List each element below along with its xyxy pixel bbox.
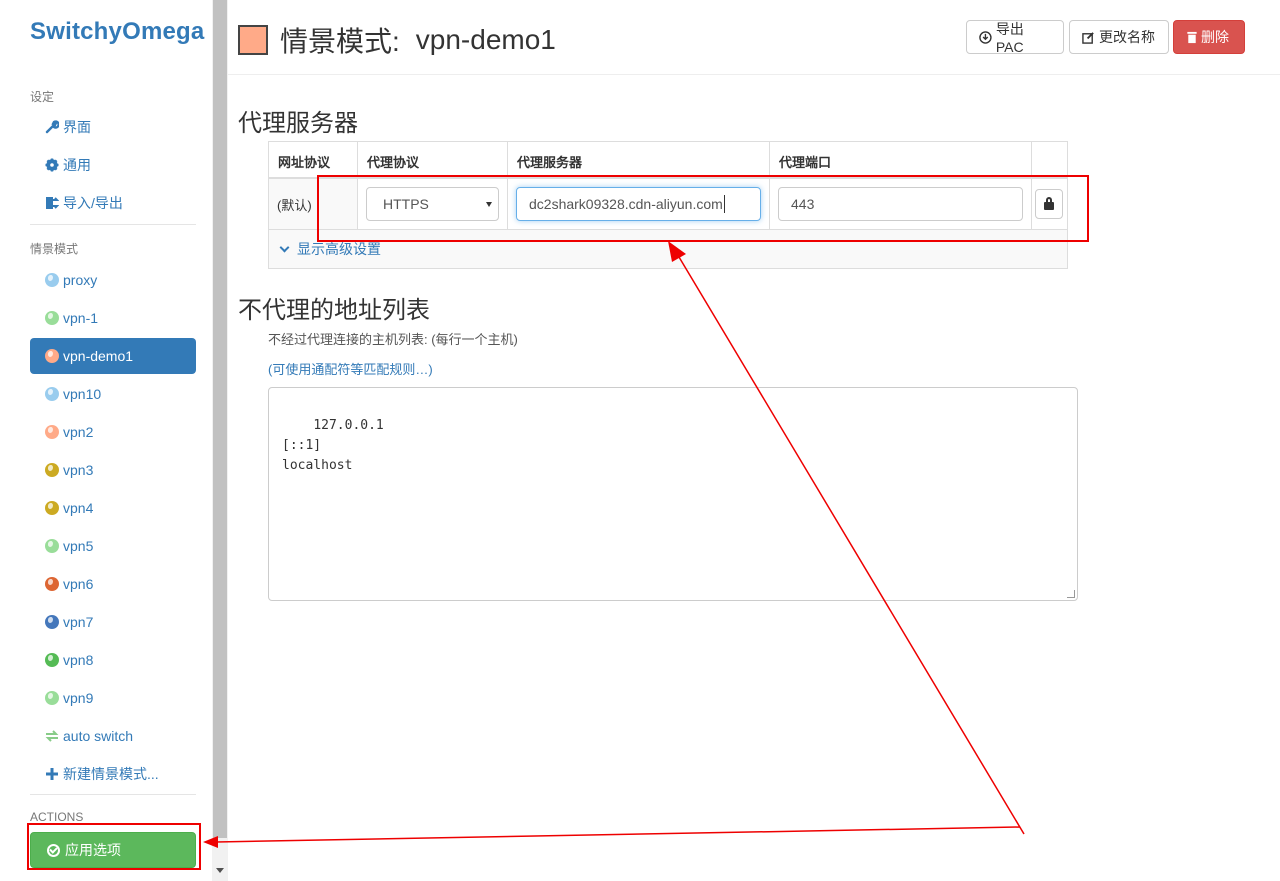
annotation-box-proxy-row	[317, 175, 1089, 242]
sidebar-item-vpn-1[interactable]: vpn-1	[30, 300, 196, 336]
sidebar-item-general[interactable]: 通用	[30, 147, 196, 183]
sidebar-item-vpn10[interactable]: vpn10	[30, 376, 196, 412]
gear-icon	[45, 158, 59, 172]
sidebar-item-vpn5[interactable]: vpn5	[30, 528, 196, 564]
annotation-box-apply	[27, 823, 201, 870]
import-export-icon	[45, 196, 60, 210]
sidebar-item-label: vpn4	[63, 500, 94, 516]
sidebar-item-vpn8[interactable]: vpn8	[30, 642, 196, 678]
rename-button[interactable]: 更改名称	[1069, 20, 1169, 54]
plus-icon	[45, 767, 59, 781]
page-title: 情景模式: vpn-demo1	[238, 20, 556, 60]
sidebar-item-vpn4[interactable]: vpn4	[30, 490, 196, 526]
bypass-list-textarea[interactable]: 127.0.0.1 [::1] localhost	[268, 387, 1078, 601]
bypass-list-value: 127.0.0.1 [::1] localhost	[282, 418, 384, 473]
sidebar-item-interface[interactable]: 界面	[30, 109, 196, 145]
sidebar-item-label: vpn2	[63, 424, 94, 440]
export-pac-label: 导出PAC	[995, 21, 1024, 55]
wrench-icon	[45, 120, 60, 134]
show-advanced-label: 显示高级设置	[297, 241, 381, 257]
globe-icon	[45, 539, 59, 553]
sidebar-item-label: vpn10	[63, 386, 102, 402]
profile-color-swatch[interactable]	[238, 25, 268, 55]
trash-icon	[1187, 31, 1197, 43]
column-header: 网址协议	[269, 142, 358, 177]
sidebar: SwitchyOmega 设定 界面 通用 导入/导出 情景模式 proxy v…	[0, 0, 212, 881]
globe-icon	[45, 463, 59, 477]
scrollbar-thumb[interactable]	[213, 0, 227, 838]
globe-icon	[45, 273, 59, 287]
sidebar-item-label: vpn-1	[63, 310, 99, 326]
globe-icon	[45, 387, 59, 401]
settings-header: 设定	[30, 90, 55, 104]
sidebar-item-label: vpn-demo1	[63, 348, 134, 364]
nav-divider	[30, 794, 196, 795]
profiles-header: 情景模式	[30, 242, 79, 256]
wildcard-rules-link[interactable]: (可使用通配符等匹配规则…)	[268, 359, 433, 378]
sidebar-item-vpn2[interactable]: vpn2	[30, 414, 196, 450]
export-pac-button[interactable]: 导出PAC	[966, 20, 1064, 55]
globe-icon	[45, 691, 59, 705]
sidebar-item-label: vpn5	[63, 538, 94, 554]
sidebar-item-label: 通用	[63, 157, 91, 173]
rename-label: 更改名称	[1099, 29, 1155, 45]
sidebar-item-label: vpn7	[63, 614, 94, 630]
globe-icon	[45, 349, 59, 363]
globe-icon	[45, 425, 59, 439]
sidebar-item-vpn9[interactable]: vpn9	[30, 680, 196, 716]
bypass-help-text: 不经过代理连接的主机列表: (每行一个主机)	[268, 332, 518, 347]
sidebar-item-label: 新建情景模式...	[63, 766, 159, 782]
header-divider	[228, 74, 1280, 75]
sidebar-item-import-export[interactable]: 导入/导出	[30, 185, 196, 221]
table-header: 网址协议 代理协议 代理服务器 代理端口	[269, 142, 1067, 179]
download-icon	[979, 30, 992, 44]
sidebar-item-auto-switch[interactable]: auto switch	[30, 718, 196, 754]
sidebar-item-label: vpn8	[63, 652, 94, 668]
column-header-empty	[1032, 142, 1067, 177]
edit-icon	[1082, 31, 1094, 44]
switch-icon	[45, 729, 59, 743]
column-header: 代理服务器	[508, 142, 770, 177]
sidebar-item-vpn-demo1[interactable]: vpn-demo1	[30, 338, 196, 374]
nav-divider	[30, 224, 196, 225]
sidebar-item-label: 导入/导出	[63, 195, 123, 211]
sidebar-item-label: vpn3	[63, 462, 94, 478]
sidebar-item-vpn3[interactable]: vpn3	[30, 452, 196, 488]
resize-grip-icon[interactable]	[1067, 590, 1075, 598]
page-title-label: 情景模式:	[280, 26, 400, 57]
sidebar-item-new-profile[interactable]: 新建情景模式...	[30, 756, 196, 792]
main-content: 情景模式: vpn-demo1 导出PAC 更改名称 删除 代理服务器 网址协议…	[228, 0, 1280, 881]
globe-icon	[45, 653, 59, 667]
column-header: 代理端口	[770, 142, 1032, 177]
sidebar-item-proxy[interactable]: proxy	[30, 262, 196, 298]
sidebar-item-label: vpn6	[63, 576, 94, 592]
sidebar-item-label: 界面	[63, 119, 91, 135]
globe-icon	[45, 577, 59, 591]
globe-icon	[45, 501, 59, 515]
sidebar-item-label: auto switch	[63, 728, 134, 744]
sidebar-item-label: vpn9	[63, 690, 94, 706]
delete-label: 删除	[1201, 29, 1229, 45]
globe-icon	[45, 311, 59, 325]
globe-icon	[45, 615, 59, 629]
profile-name: vpn-demo1	[415, 24, 556, 55]
sidebar-item-vpn6[interactable]: vpn6	[30, 566, 196, 602]
chevron-down-icon	[279, 242, 290, 252]
actions-header: ACTIONS	[30, 810, 84, 824]
sidebar-scrollbar[interactable]	[212, 0, 228, 881]
sidebar-item-vpn7[interactable]: vpn7	[30, 604, 196, 640]
column-header: 代理协议	[358, 142, 508, 177]
bypass-section-heading: 不代理的地址列表	[238, 297, 430, 324]
sidebar-item-label: proxy	[63, 272, 98, 288]
app-brand[interactable]: SwitchyOmega	[30, 18, 204, 46]
proxy-section-heading: 代理服务器	[238, 110, 358, 137]
scroll-down-icon[interactable]	[216, 868, 224, 873]
delete-button[interactable]: 删除	[1173, 20, 1245, 54]
